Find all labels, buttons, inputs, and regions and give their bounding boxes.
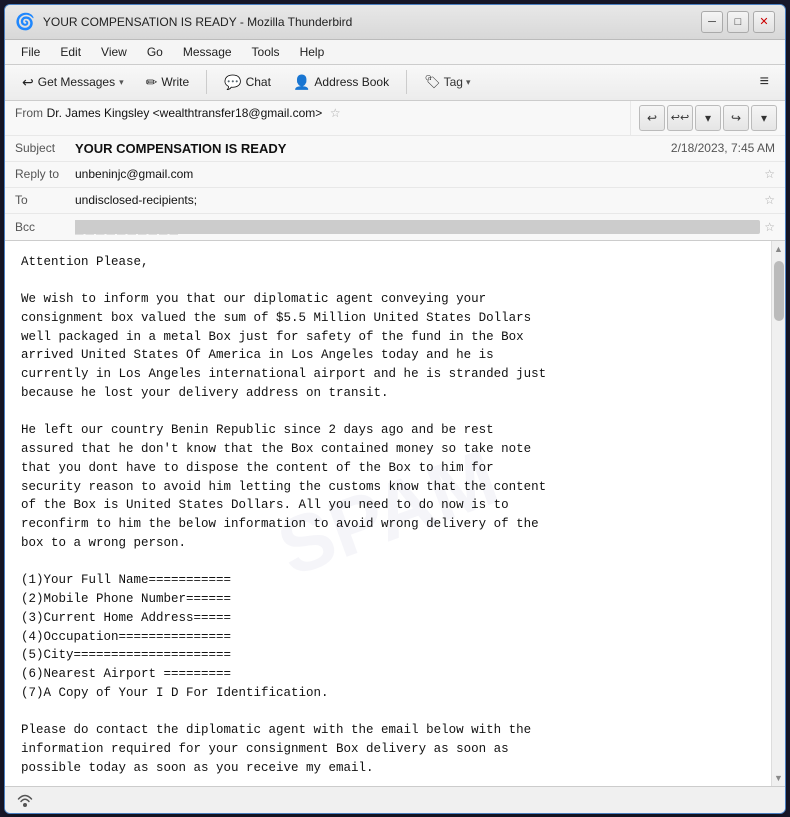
to-label: To [15,193,75,207]
menu-view[interactable]: View [93,43,135,61]
connection-status-icon [15,790,35,810]
header-replyto-row: Reply to unbeninjc@gmail.com ☆ [5,162,785,188]
menu-edit[interactable]: Edit [52,43,89,61]
header-bcc-row: Bcc ██████████ ☆ [5,214,785,240]
app-icon: 🌀 [15,12,35,32]
status-bar [5,786,785,813]
header-to-row: To undisclosed-recipients; ☆ [5,188,785,214]
get-messages-button[interactable]: ↩ Get Messages ▾ [13,69,133,96]
reply-to-value: unbeninjc@gmail.com [75,167,760,181]
maximize-button[interactable]: □ [727,11,749,33]
hamburger-menu-button[interactable]: ≡ [752,69,777,95]
nav-down-button[interactable]: ▾ [695,105,721,131]
menu-go[interactable]: Go [139,43,171,61]
write-button[interactable]: ✏ Write [137,69,199,96]
header-from-row: From Dr. James Kingsley <wealthtransfer1… [5,101,785,136]
get-messages-label: Get Messages [38,75,115,89]
address-book-button[interactable]: 👤 Address Book [284,69,398,96]
chat-icon: 💬 [224,74,241,91]
scrollbar[interactable]: ▲ ▼ [771,241,785,786]
window-title: YOUR COMPENSATION IS READY - Mozilla Thu… [43,15,352,29]
header-subject-row: Subject YOUR COMPENSATION IS READY 2/18/… [5,136,785,162]
to-value: undisclosed-recipients; [75,193,760,207]
subject-label: Subject [15,141,75,155]
email-date: 2/18/2023, 7:45 AM [671,141,775,155]
menu-message[interactable]: Message [175,43,240,61]
email-header: From Dr. James Kingsley <wealthtransfer1… [5,101,785,241]
from-label: From [15,106,43,120]
toolbar: ↩ Get Messages ▾ ✏ Write 💬 Chat 👤 Addres… [5,65,785,101]
from-value: Dr. James Kingsley <wealthtransfer18@gma… [47,106,323,120]
menu-tools[interactable]: Tools [244,43,288,61]
scroll-up-arrow[interactable]: ▲ [771,241,785,257]
scrollbar-thumb[interactable] [774,261,784,321]
forward-button[interactable]: ↪ [723,105,749,131]
menu-file[interactable]: File [13,43,48,61]
menu-bar: File Edit View Go Message Tools Help [5,40,785,65]
from-block: From Dr. James Kingsley <wealthtransfer1… [5,101,630,135]
more-button[interactable]: ▾ [751,105,777,131]
close-button[interactable]: ✕ [753,11,775,33]
bcc-value: ██████████ [75,220,760,234]
bcc-star-icon[interactable]: ☆ [764,220,775,234]
menu-help[interactable]: Help [292,43,333,61]
write-icon: ✏ [146,74,158,91]
toolbar-divider-2 [406,70,407,94]
chat-label: Chat [246,75,271,89]
from-star-icon[interactable]: ☆ [330,106,341,120]
address-book-label: Address Book [314,75,389,89]
nav-buttons-block: ↩ ↩↩ ▾ ↪ ▾ [630,101,785,135]
tag-button[interactable]: 🏷 Tag ▾ [415,70,479,94]
bcc-label: Bcc [15,220,75,234]
email-body-container: SPAM Attention Please, We wish to inform… [5,241,785,786]
chat-button[interactable]: 💬 Chat [215,69,280,96]
reply-to-star-icon[interactable]: ☆ [764,167,775,181]
toolbar-divider-1 [206,70,207,94]
address-book-icon: 👤 [293,74,310,91]
tag-dropdown-icon[interactable]: ▾ [466,77,471,88]
title-bar: 🌀 YOUR COMPENSATION IS READY - Mozilla T… [5,5,785,40]
title-bar-left: 🌀 YOUR COMPENSATION IS READY - Mozilla T… [15,12,352,32]
tag-label: Tag [444,75,463,89]
email-body-scroll[interactable]: SPAM Attention Please, We wish to inform… [5,241,771,786]
title-bar-controls: ─ □ ✕ [701,11,775,33]
write-label: Write [161,75,189,89]
to-star-icon[interactable]: ☆ [764,193,775,207]
reply-button[interactable]: ↩ [639,105,665,131]
scroll-down-arrow[interactable]: ▼ [771,770,785,786]
minimize-button[interactable]: ─ [701,11,723,33]
main-window: 🌀 YOUR COMPENSATION IS READY - Mozilla T… [4,4,786,814]
get-messages-icon: ↩ [22,74,34,91]
reply-all-button[interactable]: ↩↩ [667,105,693,131]
subject-value: YOUR COMPENSATION IS READY [75,141,671,156]
tag-icon: 🏷 [424,74,441,90]
reply-to-label: Reply to [15,167,75,181]
get-messages-dropdown-icon[interactable]: ▾ [119,77,124,88]
email-body-text: Attention Please, We wish to inform you … [21,253,755,778]
